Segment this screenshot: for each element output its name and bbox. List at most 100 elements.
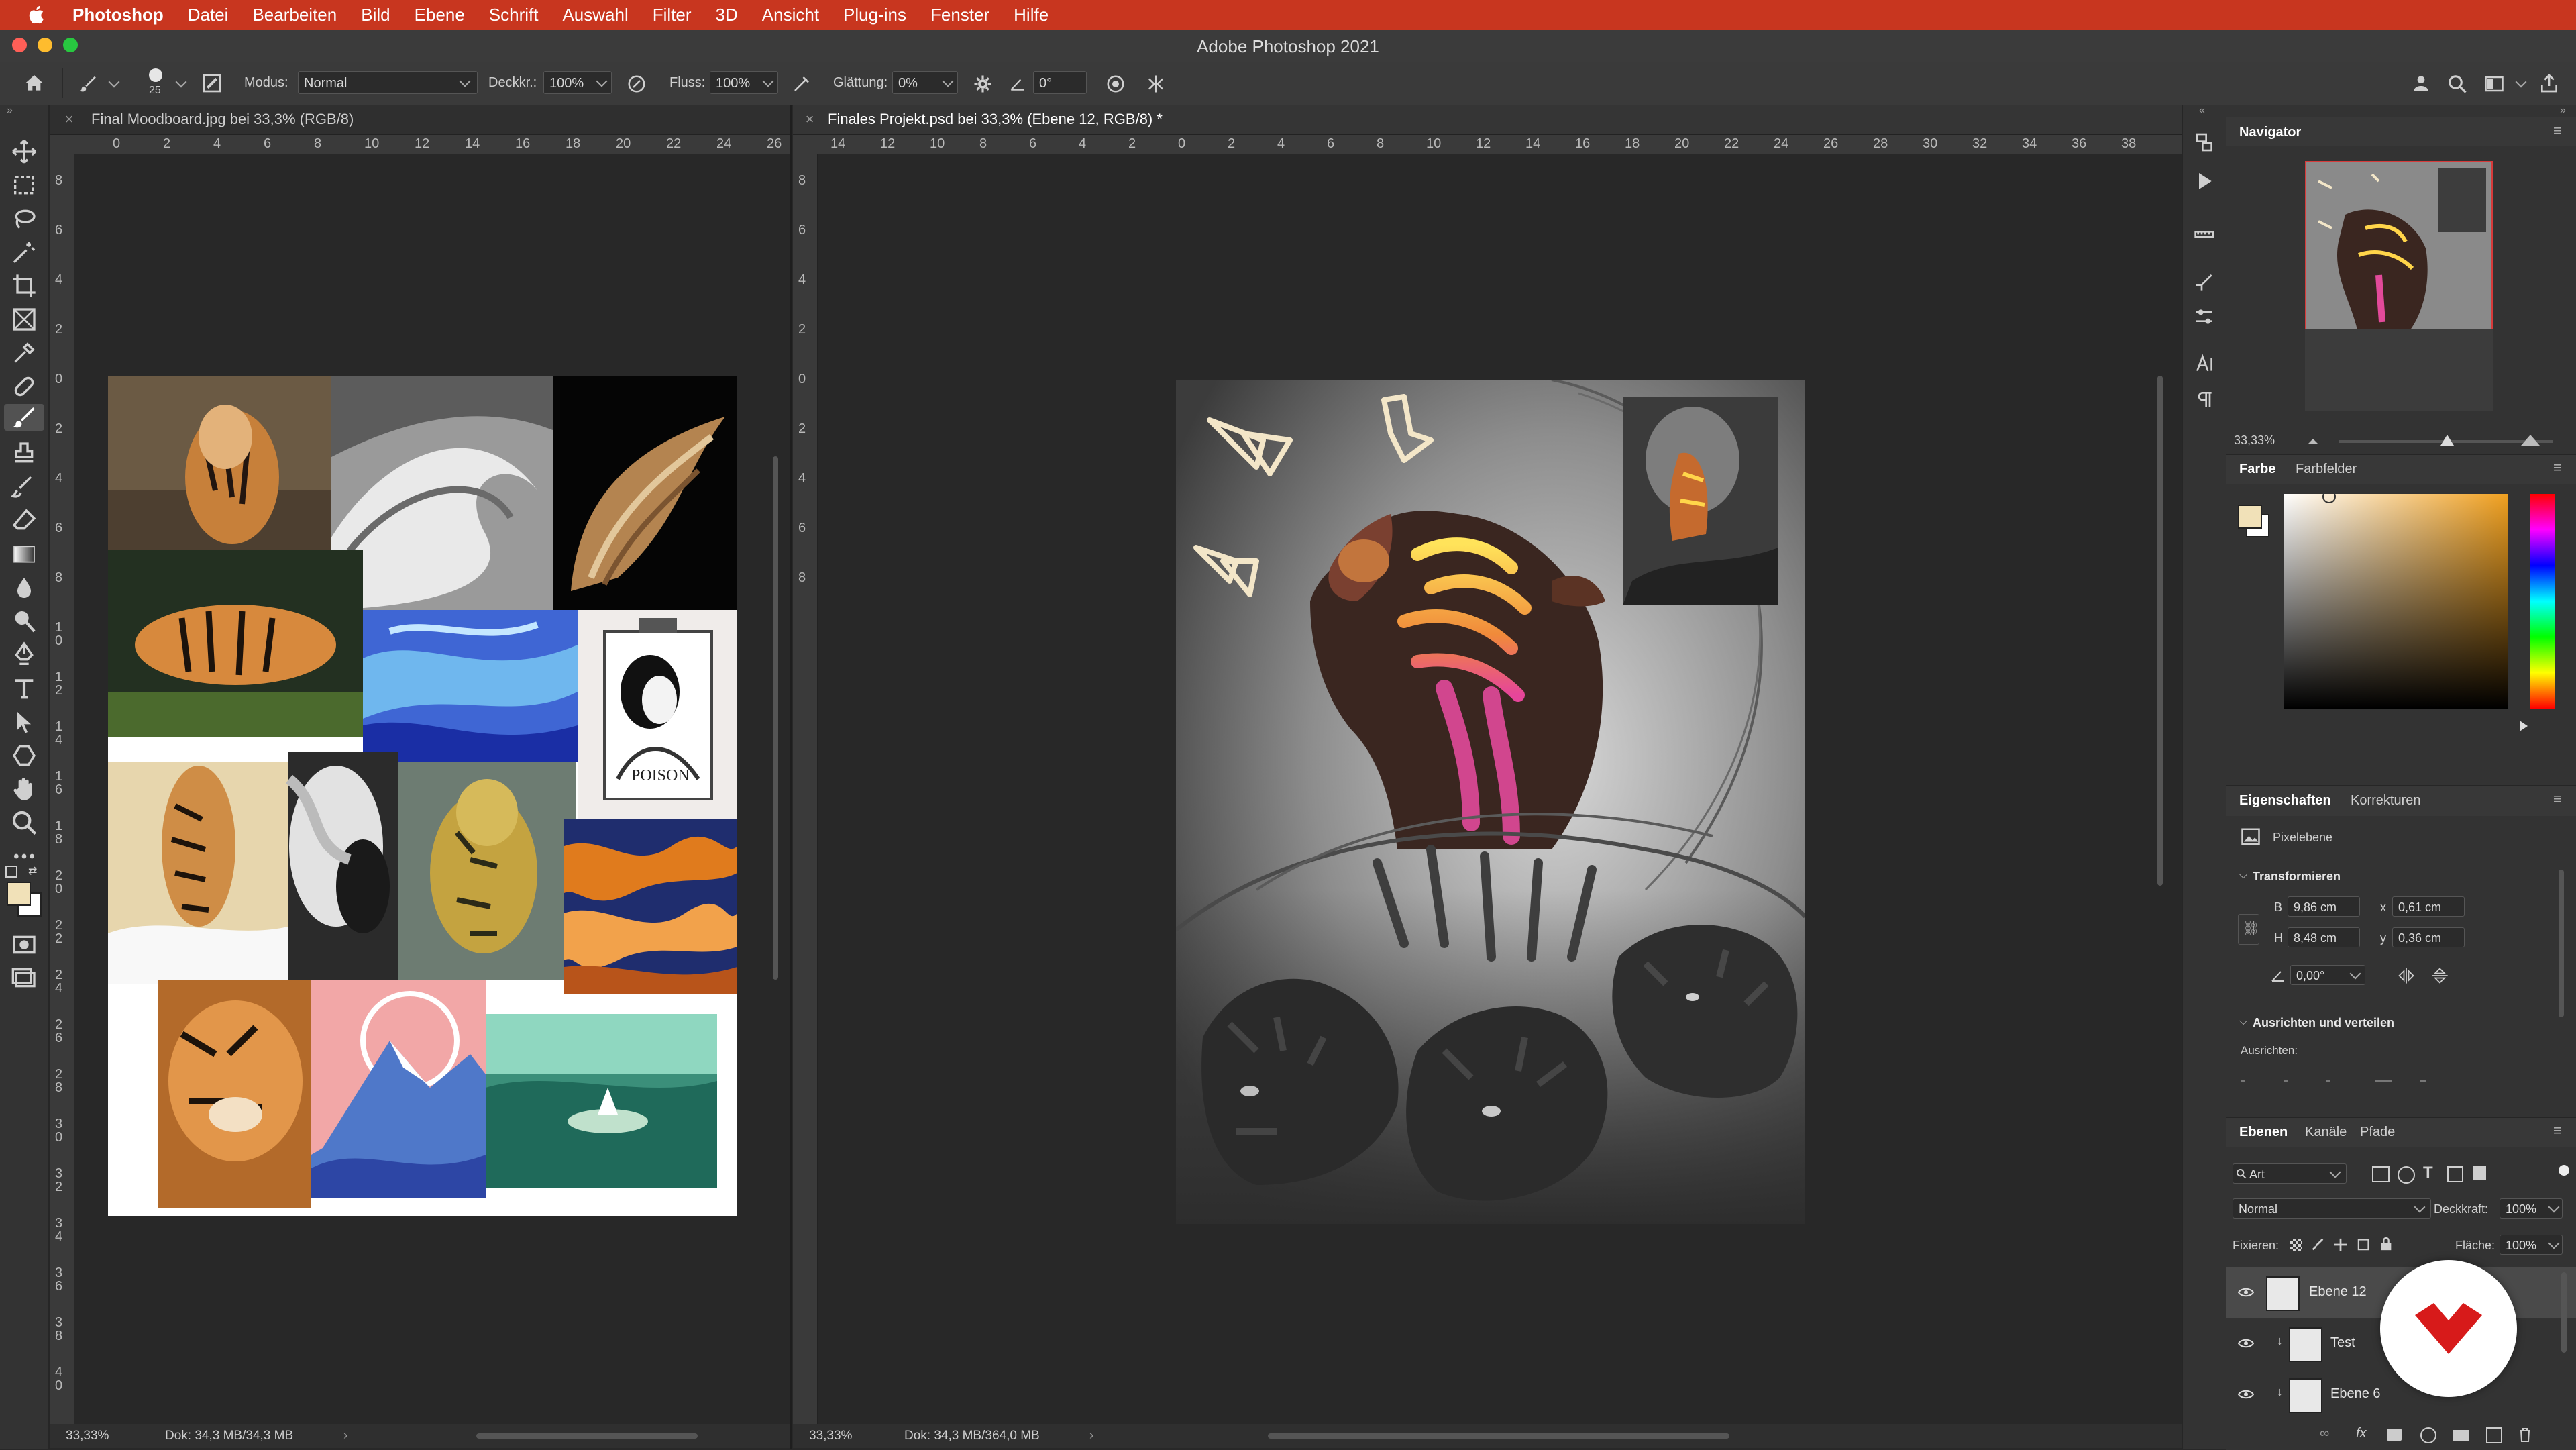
menu-3d[interactable]: 3D (716, 5, 738, 25)
layer-name[interactable]: Test (2330, 1335, 2355, 1351)
collapse-arrows-icon[interactable]: « (2199, 105, 2205, 117)
pressure-size-icon[interactable] (1106, 74, 1126, 94)
color-picker-handle[interactable] (2322, 490, 2336, 503)
workspace-icon[interactable] (2483, 74, 2505, 94)
panel-menu-icon[interactable]: ≡ (2553, 459, 2562, 476)
gear-icon[interactable] (973, 74, 993, 94)
menu-filter[interactable]: Filter (653, 5, 692, 25)
glaettung-field[interactable]: 0% (892, 71, 958, 94)
navigator-zoom[interactable]: 33,33% (2234, 433, 2275, 448)
filter-type-icon[interactable]: T (2423, 1163, 2433, 1182)
marquee-tool[interactable] (11, 172, 38, 199)
lock-position-icon[interactable] (2333, 1237, 2348, 1252)
width-field[interactable]: 9,86 cm (2288, 896, 2360, 917)
brush-tool[interactable] (4, 404, 44, 431)
transform-title[interactable]: Transformieren (2253, 870, 2341, 884)
horizontal-scrollbar[interactable] (1268, 1433, 1729, 1439)
tab-korrekturen[interactable]: Korrekturen (2351, 793, 2421, 809)
fluss-field[interactable]: 100% (710, 71, 778, 94)
align-left-icon[interactable] (2241, 1080, 2245, 1082)
filter-smart-object-icon[interactable] (2473, 1166, 2486, 1180)
filter-pixel-icon[interactable] (2372, 1166, 2390, 1182)
eye-icon[interactable] (2238, 1337, 2254, 1350)
tab-moodboard[interactable]: × Final Moodboard.jpg bei 33,3% (RGB/8) (50, 105, 790, 135)
y-field[interactable]: 0,36 cm (2392, 927, 2465, 947)
align-right-icon[interactable] (2326, 1080, 2330, 1082)
move-tool[interactable] (11, 138, 38, 165)
properties-scrollbar[interactable] (2559, 870, 2564, 1017)
layer-name[interactable]: Ebene 12 (2309, 1284, 2367, 1300)
chevron-down-icon[interactable] (2515, 76, 2527, 88)
brush-preset-icon[interactable] (149, 68, 162, 82)
zoom-slider-thumb[interactable] (2440, 435, 2454, 446)
opacity-field[interactable]: 100% (2500, 1198, 2563, 1219)
menu-plugins[interactable]: Plug-ins (843, 5, 906, 25)
align-middle-icon[interactable] (2420, 1080, 2426, 1082)
layer-filter-select[interactable]: Art (2233, 1163, 2347, 1184)
chevron-down-icon[interactable]: ⌵ (2239, 1016, 2247, 1028)
align-title[interactable]: Ausrichten und verteilen (2253, 1016, 2394, 1030)
apple-icon[interactable] (25, 3, 48, 26)
tab-farbe[interactable]: Farbe (2239, 462, 2275, 477)
link-dimensions-button[interactable]: ⛓ (2238, 914, 2259, 945)
close-tab-icon[interactable]: × (800, 105, 820, 134)
angle-field[interactable]: 0° (1033, 71, 1087, 94)
menu-datei[interactable]: Datei (188, 5, 229, 25)
eraser-tool[interactable] (11, 507, 38, 534)
layer-name[interactable]: Ebene 6 (2330, 1386, 2381, 1402)
frame-tool[interactable] (11, 306, 38, 333)
pressure-opacity-icon[interactable] (627, 74, 647, 94)
align-center-icon[interactable] (2284, 1080, 2288, 1082)
gradient-tool[interactable] (11, 541, 38, 568)
modus-select[interactable]: Normal (298, 71, 478, 94)
type-tool[interactable] (11, 675, 38, 702)
share-user-icon[interactable] (2410, 72, 2432, 94)
x-field[interactable]: 0,61 cm (2392, 896, 2465, 917)
menu-auswahl[interactable]: Auswahl (562, 5, 628, 25)
tab-ebenen[interactable]: Ebenen (2239, 1125, 2288, 1140)
eye-icon[interactable] (2238, 1388, 2254, 1401)
vertical-scrollbar[interactable] (773, 456, 778, 980)
menu-hilfe[interactable]: Hilfe (1014, 5, 1049, 25)
tab-eigenschaften[interactable]: Eigenschaften (2239, 793, 2331, 809)
zoom-tool[interactable] (11, 809, 38, 836)
filter-toggle[interactable] (2559, 1165, 2569, 1176)
adjustments-icon[interactable] (2194, 306, 2215, 327)
navigator-preview[interactable] (2305, 161, 2493, 411)
menu-schrift[interactable]: Schrift (489, 5, 539, 25)
lasso-tool[interactable] (11, 205, 38, 232)
zoom-level[interactable]: 33,33% (809, 1424, 852, 1448)
layers-scrollbar[interactable] (2561, 1272, 2567, 1353)
panel-menu-icon[interactable]: ≡ (2553, 1122, 2562, 1139)
menu-bearbeiten[interactable]: Bearbeiten (252, 5, 337, 25)
hand-tool[interactable] (11, 776, 38, 802)
history-brush-tool[interactable] (9, 474, 38, 501)
zoom-out-icon[interactable] (2306, 436, 2320, 446)
hue-slider[interactable] (2530, 494, 2555, 709)
brush-settings-icon[interactable] (2194, 272, 2215, 294)
eye-icon[interactable] (2238, 1286, 2254, 1299)
angle-field[interactable]: 0,00° (2290, 965, 2365, 985)
pen-tool[interactable] (11, 641, 38, 668)
vertical-scrollbar[interactable] (2157, 376, 2163, 886)
lock-pixels-icon[interactable] (2310, 1237, 2325, 1252)
magic-wand-tool[interactable] (11, 239, 38, 266)
blur-tool[interactable] (11, 574, 38, 601)
fx-icon[interactable]: fx (2356, 1426, 2367, 1441)
foreground-color-swatch[interactable] (2238, 505, 2262, 529)
home-icon[interactable] (23, 72, 46, 94)
airbrush-icon[interactable] (792, 74, 812, 94)
new-group-icon[interactable] (2453, 1430, 2469, 1441)
deckkr-field[interactable]: 100% (543, 71, 612, 94)
lock-transparency-icon[interactable] (2290, 1239, 2302, 1251)
height-field[interactable]: 8,48 cm (2288, 927, 2360, 947)
new-layer-icon[interactable] (2486, 1427, 2502, 1443)
stamp-tool[interactable] (11, 440, 38, 467)
default-colors-icon[interactable] (5, 866, 17, 878)
align-top-icon[interactable] (2375, 1080, 2392, 1082)
brush-settings-icon[interactable] (201, 72, 223, 94)
add-mask-icon[interactable] (2387, 1429, 2402, 1441)
color-picker-field[interactable] (2284, 494, 2508, 709)
history-icon[interactable] (2194, 132, 2215, 153)
tab-navigator[interactable]: Navigator (2239, 125, 2301, 140)
